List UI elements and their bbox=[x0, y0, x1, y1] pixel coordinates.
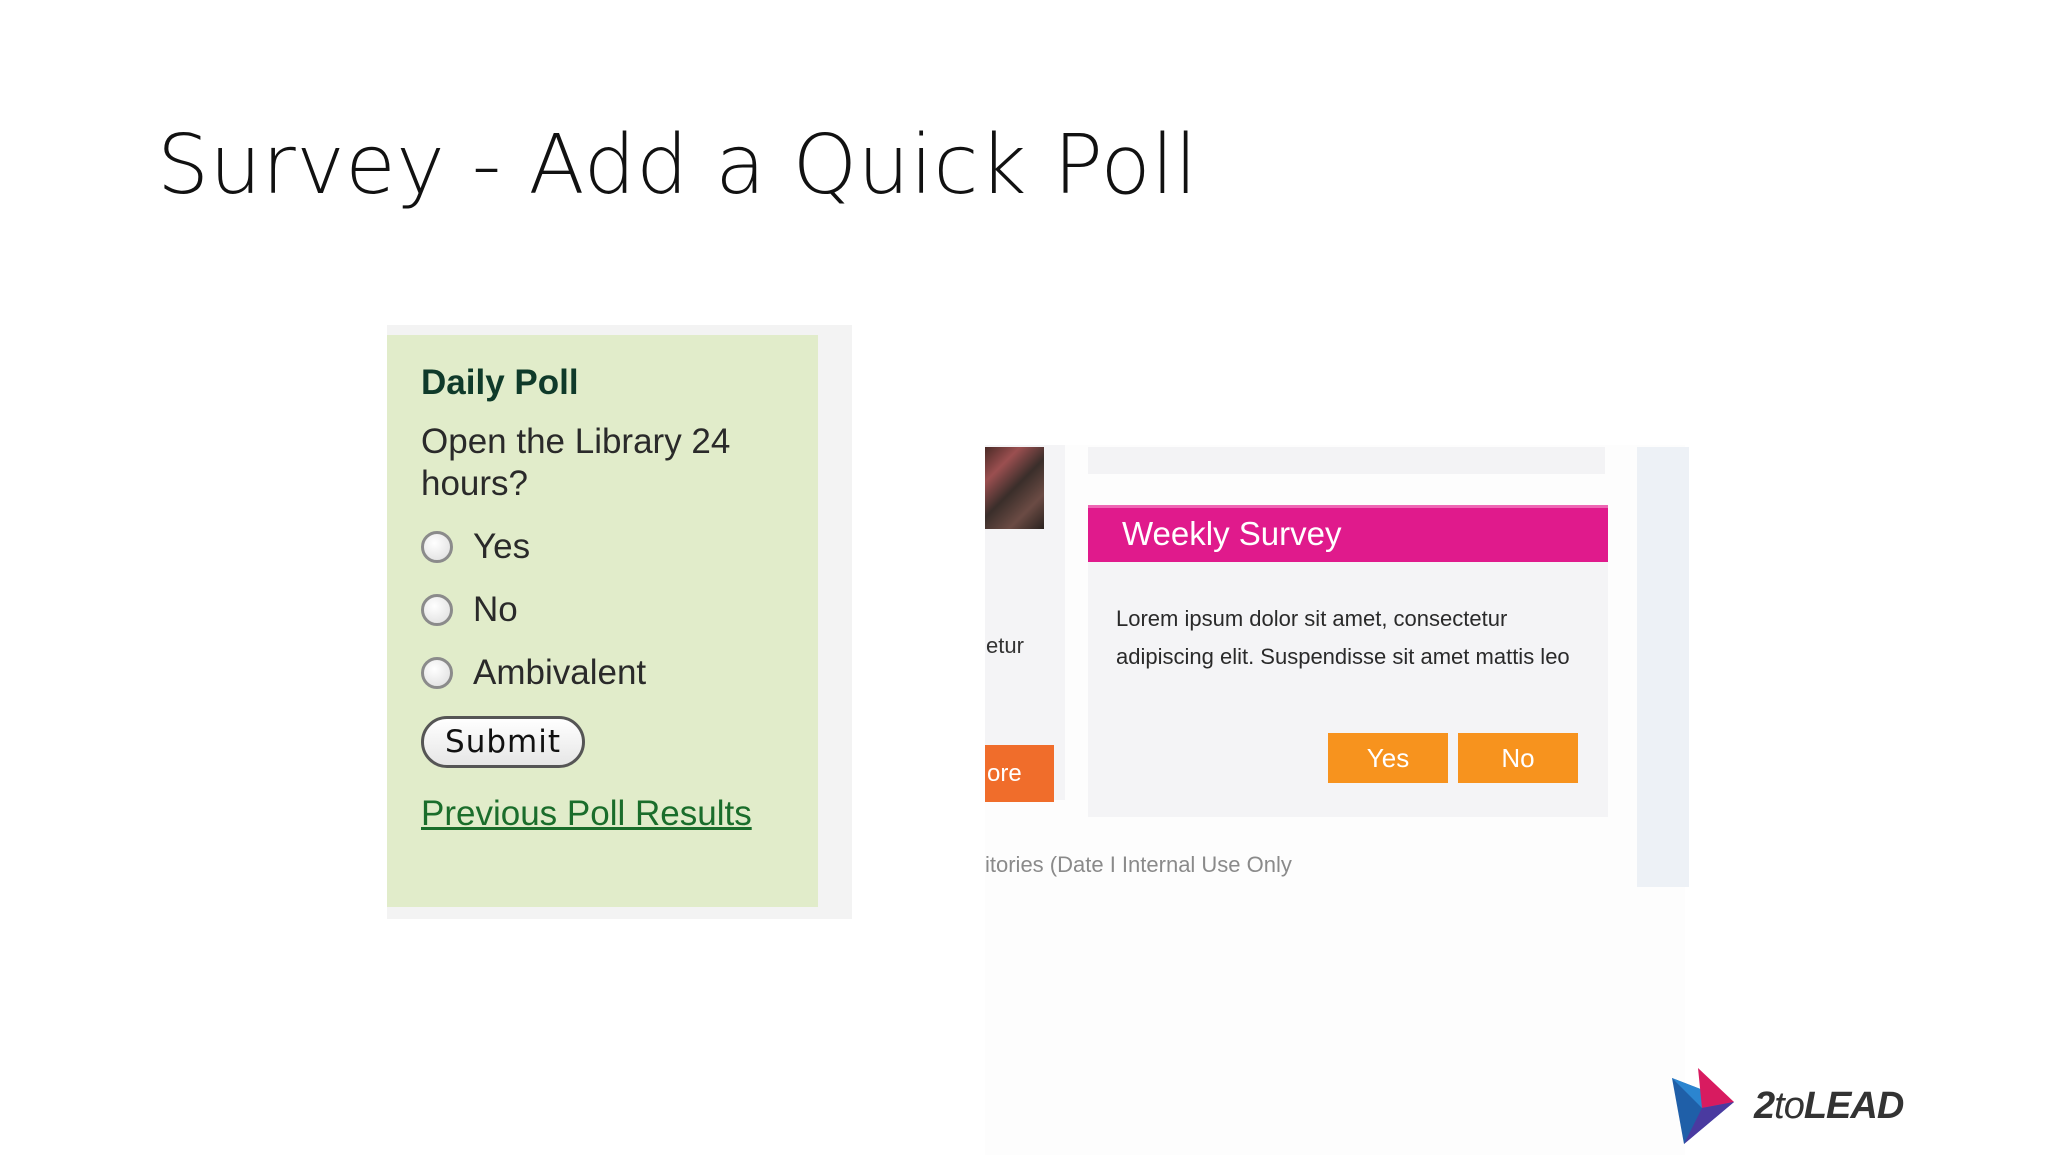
weekly-survey-header: Weekly Survey bbox=[1088, 505, 1608, 562]
poll-title: Daily Poll bbox=[421, 363, 579, 402]
previous-poll-results-link[interactable]: Previous Poll Results bbox=[421, 794, 818, 834]
top-bar bbox=[1088, 447, 1605, 474]
radio-button[interactable] bbox=[421, 530, 453, 563]
thumbnail-image bbox=[985, 447, 1044, 529]
submit-button[interactable]: Submit bbox=[421, 716, 585, 768]
survey-no-button[interactable]: No bbox=[1458, 733, 1578, 783]
right-column bbox=[1637, 447, 1689, 887]
radio-button[interactable] bbox=[421, 593, 453, 626]
survey-yes-button[interactable]: Yes bbox=[1328, 733, 1448, 783]
logo-text-to: to bbox=[1774, 1084, 1805, 1127]
logo-text-lead: LEAD bbox=[1803, 1084, 1904, 1127]
slide-title: Survey - Add a Quick Poll bbox=[157, 118, 1198, 213]
footer-text: itories (Date I Internal Use Only bbox=[985, 852, 1292, 877]
poll-option-yes[interactable]: Yes bbox=[421, 515, 818, 578]
logo-text-2: 2 bbox=[1754, 1084, 1775, 1127]
weekly-survey-body: Lorem ipsum dolor sit amet, consectetur … bbox=[1116, 606, 1570, 669]
poll-option-label: No bbox=[473, 589, 518, 629]
daily-poll-widget: Daily Poll Open the Library 24 hours? Ye… bbox=[387, 335, 818, 907]
poll-option-ambivalent[interactable]: Ambivalent bbox=[421, 641, 818, 704]
left-snippet-text: etur bbox=[986, 633, 1024, 658]
poll-option-label: Ambivalent bbox=[473, 652, 647, 692]
poll-option-label: Yes bbox=[473, 526, 531, 566]
more-button[interactable]: ore bbox=[985, 745, 1054, 802]
radio-button[interactable] bbox=[421, 656, 453, 689]
play-triangle-icon bbox=[1672, 1068, 1734, 1144]
logo-wordmark: 2toLEAD bbox=[1754, 1084, 1904, 1128]
2tolead-logo: 2toLEAD bbox=[1672, 1068, 1904, 1144]
poll-question: Open the Library 24 hours? bbox=[421, 422, 731, 503]
poll-option-no[interactable]: No bbox=[421, 578, 818, 641]
